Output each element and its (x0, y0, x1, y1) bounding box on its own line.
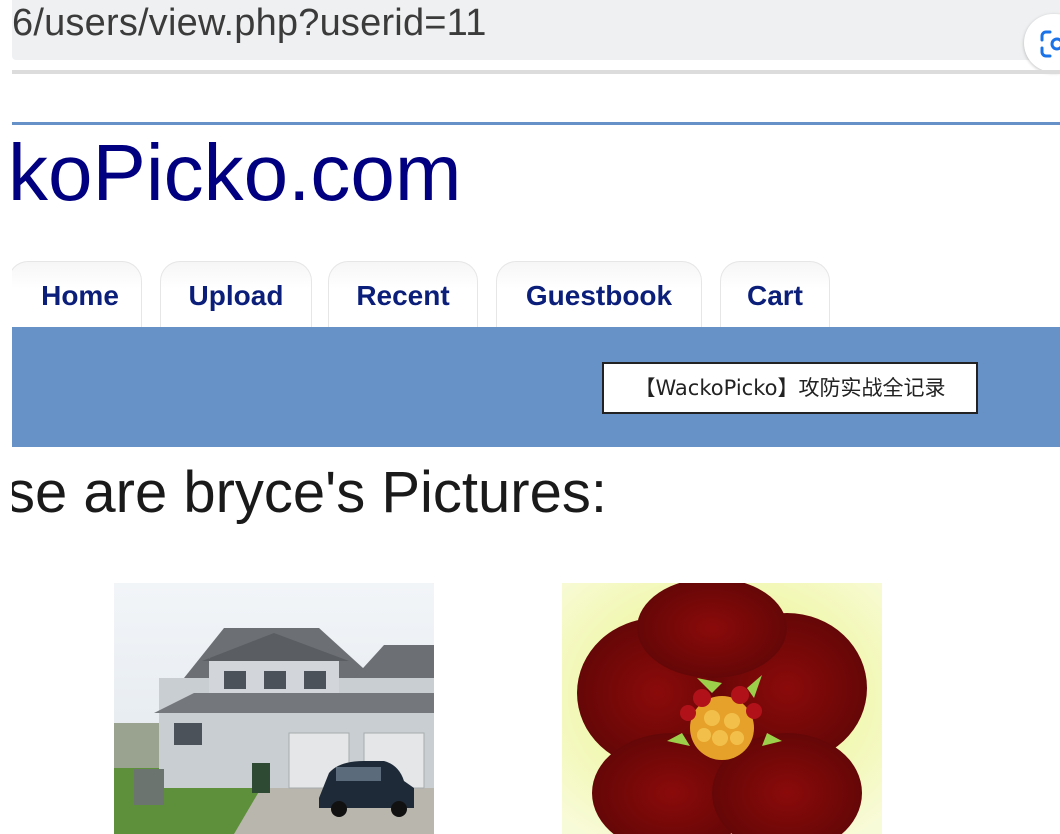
tab-home-label: Home (41, 280, 119, 311)
browser-viewport: 6/users/view.php?userid=11 koPicko.com H… (0, 0, 1060, 834)
address-bar[interactable]: 6/users/view.php?userid=11 (12, 0, 1060, 60)
tab-recent-label: Recent (356, 280, 450, 311)
tab-guestbook-label: Guestbook (525, 280, 673, 311)
flower-photo (562, 583, 882, 834)
toolbar-divider (12, 70, 1060, 74)
tab-upload[interactable]: Upload (160, 261, 312, 329)
picture-thumbnail-flower[interactable] (562, 583, 882, 834)
header-rule (12, 122, 1060, 125)
address-url-text[interactable]: 6/users/view.php?userid=11 (12, 2, 487, 45)
page-heading: se are bryce's Pictures: (6, 460, 607, 525)
site-title[interactable]: koPicko.com (8, 128, 461, 218)
window-edge (0, 0, 12, 834)
tab-guestbook[interactable]: Guestbook (496, 261, 702, 329)
tab-recent[interactable]: Recent (328, 261, 478, 329)
google-lens-icon (1040, 30, 1060, 58)
picture-thumbnail-house[interactable] (114, 583, 434, 834)
house-photo (114, 583, 434, 834)
tab-cart-label: Cart (746, 280, 803, 311)
tab-cart[interactable]: Cart (720, 261, 830, 329)
tab-upload-label: Upload (188, 280, 284, 311)
tab-home[interactable]: Home (8, 261, 142, 329)
tooltip: 【WackoPicko】攻防实战全记录 (602, 362, 978, 414)
